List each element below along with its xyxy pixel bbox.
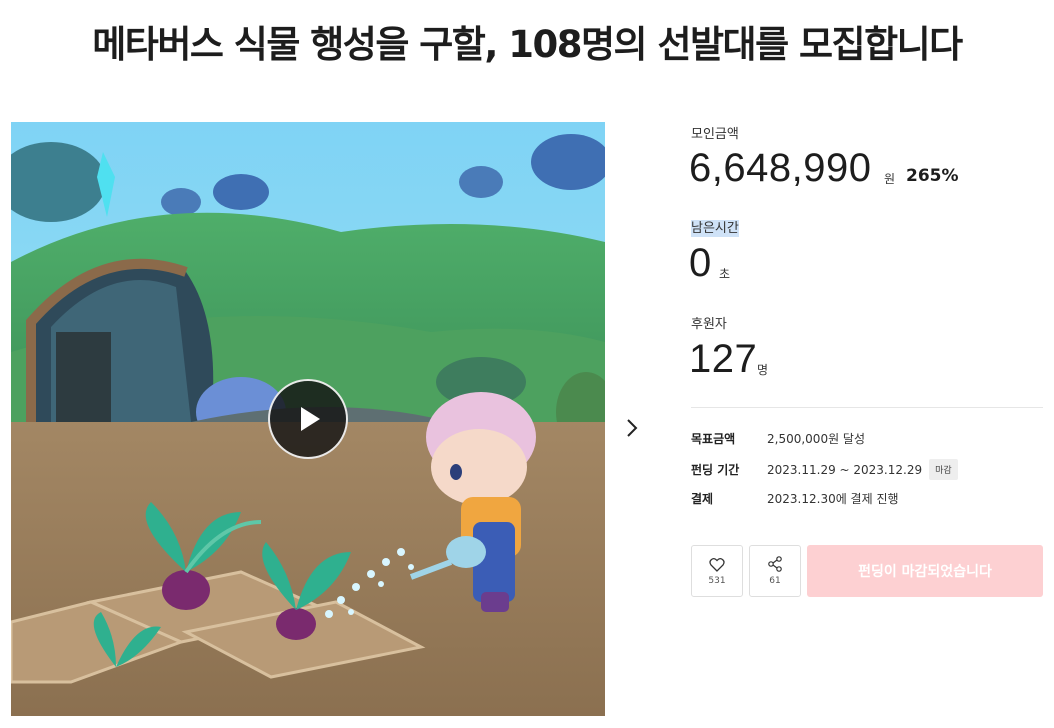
backers-value: 127 [689,337,758,381]
page: 메타버스 식물 행성을 구할, 108명의 선발대를 모집합니다 모인금액 6,… [0,0,1054,728]
like-button[interactable]: 531 [691,545,743,597]
period-key: 펀딩 기간 [691,463,740,477]
next-slide-button[interactable] [620,416,644,440]
heart-icon [709,557,725,572]
time-label: 남은시간 [691,217,739,237]
payment-key: 결제 [691,492,714,506]
status-badge: 마감 [929,459,958,480]
like-count: 531 [708,575,726,586]
backers-unit: 명 [757,363,769,377]
time-value: 0 [689,241,712,285]
goal-row: 목표금액 2,500,000원 달성 [691,430,865,447]
payment-row: 결제 2023.12.30에 결제 진행 [691,490,899,507]
funding-closed-button[interactable]: 펀딩이 마감되었습니다 [807,545,1043,597]
chevron-right-icon [627,419,638,437]
backers-label: 후원자 [691,317,727,332]
play-button[interactable] [268,379,348,459]
time-unit: 초 [719,267,731,281]
period-value: 2023.11.29 ~ 2023.12.29 [767,462,923,477]
goal-value: 2,500,000원 달성 [767,432,866,446]
amount-value: 6,648,990 [689,146,872,190]
play-icon [301,407,320,431]
payment-value: 2023.12.30에 결제 진행 [767,492,899,506]
share-button[interactable]: 61 [749,545,801,597]
funding-percent: 265% [906,166,959,186]
goal-key: 목표금액 [691,432,736,446]
page-title: 메타버스 식물 행성을 구할, 108명의 선발대를 모집합니다 [92,23,963,66]
divider [691,407,1043,408]
share-count: 61 [769,576,781,586]
period-row: 펀딩 기간 2023.11.29 ~ 2023.12.29 마감 [691,459,958,480]
amount-unit: 원 [884,172,896,186]
amount-label: 모인금액 [691,127,739,142]
share-icon [768,556,782,572]
time-label-text: 남은시간 [691,220,739,237]
video-thumbnail[interactable] [11,122,605,716]
